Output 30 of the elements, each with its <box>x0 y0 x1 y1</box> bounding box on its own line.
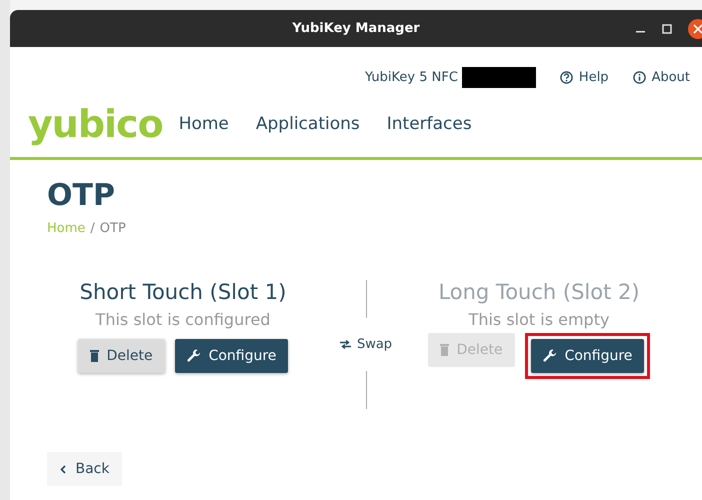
trash-icon <box>90 350 99 362</box>
swap-icon <box>340 340 351 349</box>
window-title: YubiKey Manager <box>292 21 420 36</box>
breadcrumb-current: OTP <box>100 221 126 236</box>
swap-button[interactable]: Swap <box>340 337 392 352</box>
maximize-icon[interactable] <box>662 24 672 34</box>
nav-link[interactable]: Applications <box>256 114 360 134</box>
slot-status: This slot is configured <box>96 310 270 329</box>
back-button[interactable]: Back <box>47 452 122 486</box>
chevron-left-icon <box>60 464 66 474</box>
help-link[interactable]: Help <box>560 70 609 85</box>
logo: yubico <box>28 102 163 146</box>
wrench-icon <box>186 349 201 363</box>
device-name: YubiKey 5 NFC <box>364 70 458 85</box>
wrench-icon <box>542 349 557 363</box>
help-icon <box>560 71 573 84</box>
close-icon[interactable] <box>688 18 702 38</box>
slot-status: This slot is empty <box>468 310 610 329</box>
nav-link[interactable]: Home <box>178 114 229 134</box>
info-icon <box>632 71 646 84</box>
breadcrumb-separator: / <box>90 221 95 236</box>
slot-title: Long Touch (Slot 2) <box>438 280 640 304</box>
slot-title: Short Touch (Slot 1) <box>80 280 286 304</box>
trash-icon <box>440 344 449 356</box>
page-title: OTP <box>47 178 116 213</box>
about-link[interactable]: About <box>632 70 690 85</box>
nav-link[interactable]: Interfaces <box>386 114 472 134</box>
delete-button[interactable]: Delete <box>78 339 165 373</box>
configure-button[interactable]: Configure <box>174 339 288 373</box>
configure-button[interactable]: Configure <box>530 339 644 373</box>
